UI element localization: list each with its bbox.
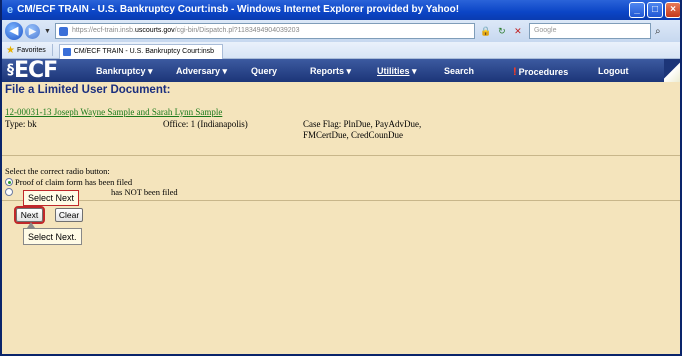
menu-bankruptcy-label: Bankruptcy xyxy=(96,66,146,76)
case-type: Type: bk xyxy=(5,119,37,129)
address-bar: ◀ ▶ ▼ https://ecf-train.insb.uscourts.go… xyxy=(2,20,680,42)
divider xyxy=(2,200,680,201)
menu-procedures[interactable]: ! Procedures xyxy=(513,66,568,78)
alert-icon: ! xyxy=(513,66,517,78)
favorites-star-icon[interactable]: ★ xyxy=(6,45,15,56)
ecf-logo-text: ECF xyxy=(14,58,58,83)
menu-query[interactable]: Query xyxy=(251,66,277,76)
site-favicon-icon xyxy=(58,27,68,36)
case-flag-line1: Case Flag: PlnDue, PayAdvDue, xyxy=(303,119,422,129)
browser-tab[interactable]: CM/ECF TRAIN - U.S. Bankruptcy Court:ins… xyxy=(58,43,224,59)
window-controls: _ □ × xyxy=(629,2,680,18)
menu-search-label: Search xyxy=(444,66,475,76)
case-flag-line2: FMCertDue, CredCounDue xyxy=(303,130,403,140)
radio-button-not-filed[interactable] xyxy=(5,188,13,196)
stop-icon[interactable]: ✕ xyxy=(511,24,525,38)
radio-button-filed[interactable] xyxy=(5,178,13,186)
divider xyxy=(2,155,680,156)
menu-adversary[interactable]: Adversary ▾ xyxy=(176,66,227,77)
radio-prompt: Select the correct radio button: xyxy=(5,166,110,176)
menu-utilities-label: Utilities xyxy=(377,66,410,76)
window-titlebar: e CM/ECF TRAIN - U.S. Bankruptcy Court:i… xyxy=(2,0,680,20)
radio-option-filed[interactable]: Proof of claim form has been filed xyxy=(5,177,132,187)
ie-logo-icon: e xyxy=(7,4,14,16)
menu-adversary-label: Adversary xyxy=(176,66,221,76)
refresh-icon[interactable]: ↻ xyxy=(495,24,509,38)
page-title: File a Limited User Document: xyxy=(5,84,171,96)
menu-bankruptcy[interactable]: Bankruptcy ▾ xyxy=(96,66,153,77)
lock-icon[interactable]: 🔒 xyxy=(479,24,493,38)
ecf-logo: §ECF xyxy=(7,59,77,82)
favorites-label[interactable]: Favorites xyxy=(17,47,46,54)
url-domain: uscourts.gov xyxy=(134,27,175,34)
close-icon[interactable]: × xyxy=(665,2,680,18)
menu-logout-label: Logout xyxy=(598,66,629,76)
court-seal-icon: § xyxy=(7,62,14,78)
chevron-down-icon[interactable]: ▼ xyxy=(44,28,51,35)
search-placeholder: Google xyxy=(533,27,557,34)
minimize-icon[interactable]: _ xyxy=(629,2,645,18)
url-input[interactable]: https://ecf-train.insb.uscourts.gov/cgi-… xyxy=(54,23,475,39)
menu-query-label: Query xyxy=(251,66,278,76)
menu-utilities[interactable]: Utilities ▾ xyxy=(377,66,417,77)
search-input[interactable]: Google xyxy=(528,23,651,39)
callout-select-next: Select Next. xyxy=(23,228,82,245)
next-button[interactable]: Next xyxy=(14,206,45,224)
window-title: CM/ECF TRAIN - U.S. Bankruptcy Court:ins… xyxy=(17,4,460,15)
menu-reports[interactable]: Reports ▾ xyxy=(310,66,351,77)
tab-favicon-icon xyxy=(62,47,71,56)
ecf-menu-bar: §ECF Bankruptcy ▾ Adversary ▾ Query Repo… xyxy=(2,59,680,82)
address-actions: 🔒 ↻ ✕ xyxy=(479,24,525,38)
browser-window: e CM/ECF TRAIN - U.S. Bankruptcy Court:i… xyxy=(0,0,682,356)
divider xyxy=(51,44,53,56)
tooltip-select-next: Select Next xyxy=(23,190,80,206)
case-link[interactable]: 12-00031-13 Joseph Wayne Sample and Sara… xyxy=(5,107,222,117)
ecf-corner-graphic xyxy=(664,59,680,82)
back-arrow-icon[interactable]: ◀ xyxy=(5,22,23,40)
url-prefix: https://ecf-train.insb. xyxy=(71,27,135,34)
menu-procedures-label: Procedures xyxy=(518,67,569,77)
maximize-icon[interactable]: □ xyxy=(647,2,663,18)
url-path: /cgi-bin/Dispatch.pl?1183494904039203 xyxy=(174,27,300,34)
case-office: Office: 1 (Indianapolis) xyxy=(163,119,248,129)
clear-button[interactable]: Clear xyxy=(55,208,83,222)
menu-logout[interactable]: Logout xyxy=(598,66,629,76)
forward-arrow-icon[interactable]: ▶ xyxy=(25,23,40,39)
page-content: File a Limited User Document: 12-00031-1… xyxy=(2,82,680,354)
radio-label-not-filed: has NOT been filed xyxy=(111,187,178,197)
tab-label: CM/ECF TRAIN - U.S. Bankruptcy Court:ins… xyxy=(73,48,215,55)
menu-search[interactable]: Search xyxy=(444,66,474,76)
menu-reports-label: Reports xyxy=(310,66,345,76)
search-icon[interactable]: ⌕ xyxy=(655,26,661,37)
favorites-bar: ★ Favorites CM/ECF TRAIN - U.S. Bankrupt… xyxy=(2,42,680,59)
radio-label-filed: Proof of claim form has been filed xyxy=(15,177,133,187)
